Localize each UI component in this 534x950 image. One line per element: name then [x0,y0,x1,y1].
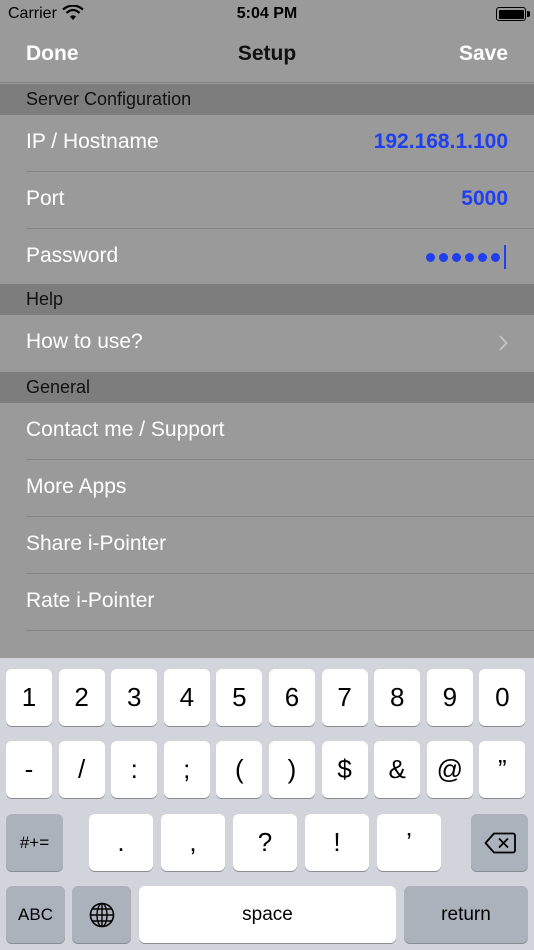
chevron-right-icon [499,335,508,351]
share-app-row[interactable]: Share i-Pointer [0,517,534,574]
password-dot [465,252,474,262]
password-dot [491,252,500,262]
section-title: Help [26,289,64,309]
key-1[interactable]: 2 [58,669,105,726]
status-time: 5:04 PM [236,5,298,22]
text-cursor [504,245,506,269]
key-7[interactable]: 8 [374,669,421,726]
globe-key[interactable] [72,886,131,943]
key-4[interactable]: ( [216,741,263,798]
key-6[interactable]: 7 [321,669,368,726]
more-apps-row[interactable]: More Apps [0,460,534,517]
battery-icon [496,7,530,21]
save-button[interactable]: Save [459,42,508,66]
rate-app-label: Rate i-Pointer [26,589,155,612]
space-key[interactable]: space [139,886,396,943]
password-row[interactable]: Password [0,229,534,284]
key-6[interactable]: $ [321,741,368,798]
page-title: Setup [237,42,297,65]
password-field[interactable] [426,245,506,269]
key-8[interactable]: @ [426,741,473,798]
section-header-general: General [0,372,534,403]
row-divider [26,630,534,631]
key-2[interactable]: ? [233,814,297,871]
how-to-use-row[interactable]: How to use? [0,315,534,372]
key-3[interactable]: ; [163,741,210,798]
key-1[interactable]: , [161,814,225,871]
key-9[interactable]: 0 [479,669,526,726]
section-header-server: Server Configuration [0,84,534,115]
key-3[interactable]: 4 [163,669,210,726]
key-1[interactable]: / [58,741,105,798]
contact-support-row[interactable]: Contact me / Support [0,403,534,460]
key-symbols-toggle[interactable]: #+= [6,814,63,871]
abc-key[interactable]: ABC [6,886,65,943]
section-header-help: Help [0,284,534,315]
key-7[interactable]: & [374,741,421,798]
share-app-label: Share i-Pointer [26,532,167,555]
ip-hostname-field[interactable]: 192.168.1.100 [374,130,508,154]
port-field[interactable]: 5000 [461,187,508,211]
ip-hostname-label: IP / Hostname [26,130,159,153]
key-5[interactable]: 6 [269,669,315,726]
key-2[interactable]: 3 [111,669,158,726]
key-0[interactable]: - [6,741,52,798]
rate-app-row[interactable]: Rate i-Pointer [0,574,534,631]
key-0[interactable]: 1 [6,669,52,726]
port-label: Port [26,187,65,210]
key-4[interactable]: ’ [377,814,441,871]
key-5[interactable]: ) [269,741,315,798]
section-title: General [26,377,91,397]
section-title: Server Configuration [26,89,192,109]
password-dot [426,252,435,262]
password-label: Password [26,244,119,267]
password-dot [478,252,487,262]
contact-support-label: Contact me / Support [26,418,225,441]
key-2[interactable]: : [111,741,158,798]
globe-icon [89,902,114,927]
key-0[interactable]: . [89,814,153,871]
backspace-key[interactable] [471,814,528,871]
backspace-icon [484,832,516,853]
numeric-keyboard: 1234567890 - /:;() $ & @” #+= .,?!’ ABC spac… [0,658,534,950]
key-9[interactable]: ” [479,741,526,798]
key-3[interactable]: ! [305,814,369,871]
password-dot [439,252,448,262]
port-row[interactable]: Port 5000 [0,172,534,229]
navigation-bar: Done Setup Save [0,30,534,83]
return-key[interactable]: return [404,886,528,943]
how-to-use-label: How to use? [26,330,143,353]
key-8[interactable]: 9 [426,669,473,726]
password-dot [452,252,461,262]
more-apps-label: More Apps [26,475,127,498]
key-4[interactable]: 5 [216,669,263,726]
status-bar: Carrier 5:04 PM [0,0,534,30]
ip-hostname-row[interactable]: IP / Hostname 192.168.1.100 [0,115,534,172]
